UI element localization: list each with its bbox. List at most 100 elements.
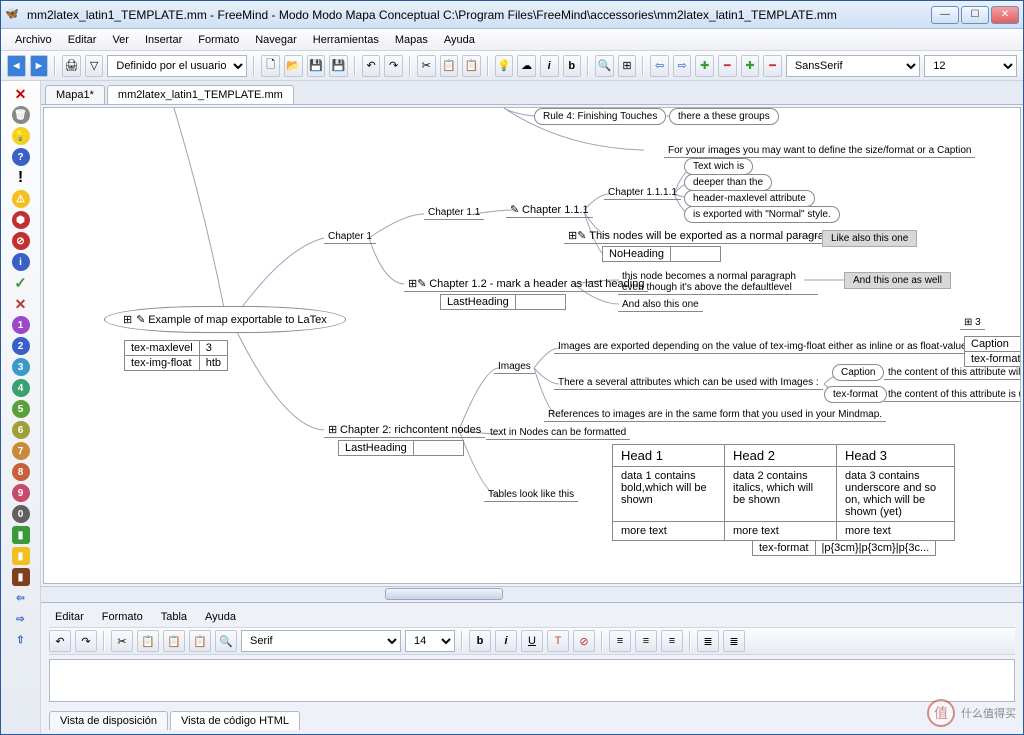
e-paste2-icon[interactable]: 📋 xyxy=(189,630,211,652)
help-icon[interactable]: ? xyxy=(12,148,30,166)
prio8-icon[interactable]: 8 xyxy=(12,463,30,481)
root-attr-table[interactable]: tex-maxlevel3 tex-img-floathtb xyxy=(124,340,228,371)
info-icon[interactable]: i xyxy=(12,253,30,271)
prio5-icon[interactable]: 5 xyxy=(12,400,30,418)
paste-icon[interactable]: 📋 xyxy=(462,55,481,77)
minus-icon[interactable]: ━ xyxy=(718,55,737,77)
example-table[interactable]: Head 1Head 2Head 3 data 1 contains bold,… xyxy=(612,444,955,541)
find-icon[interactable]: 🔍 xyxy=(595,55,614,77)
flag-brown-icon[interactable]: ▮ xyxy=(12,568,30,586)
e-align-center-icon[interactable]: ≡ xyxy=(635,630,657,652)
emenu-tabla[interactable]: Tabla xyxy=(155,610,193,624)
menu-ver[interactable]: Ver xyxy=(106,32,135,48)
prio7-icon[interactable]: 7 xyxy=(12,442,30,460)
arrow-r-icon[interactable]: ⇨ xyxy=(12,610,30,628)
node-images[interactable]: Images xyxy=(494,360,535,374)
bold-button[interactable]: b xyxy=(563,55,582,77)
e-bold-button[interactable]: b xyxy=(469,630,491,652)
node-texfmt-txt[interactable]: the content of this attribute is used xyxy=(884,388,1021,402)
menu-editar[interactable]: Editar xyxy=(62,32,103,48)
saveas-icon[interactable]: 💾 xyxy=(329,55,348,77)
e-clear-icon[interactable]: ⊘ xyxy=(573,630,595,652)
menu-formato[interactable]: Formato xyxy=(192,32,245,48)
node-fmt[interactable]: text in Nodes can be formatted xyxy=(486,426,630,440)
root-node[interactable]: ⊞✎ Example of map exportable to LaTex xyxy=(104,306,346,333)
plus2-icon[interactable]: ✚ xyxy=(741,55,760,77)
emenu-formato[interactable]: Formato xyxy=(96,610,149,624)
caption-table[interactable]: CaptionTi tex-formatsc xyxy=(964,336,1021,367)
nav-back-icon[interactable]: ◄ xyxy=(7,55,26,77)
no-icon[interactable]: ⊘ xyxy=(12,232,30,250)
mindmap-canvas[interactable]: Rule 4: Finishing Touches there a these … xyxy=(43,107,1021,584)
cut-icon[interactable]: ✂ xyxy=(417,55,436,77)
e-font-select[interactable]: Serif xyxy=(241,630,401,652)
stop-icon[interactable]: ⬢ xyxy=(12,211,30,229)
node-c12[interactable]: ⊞✎ Chapter 1.2 - mark a header as last h… xyxy=(404,276,648,292)
e-copy-icon[interactable]: 📋 xyxy=(137,630,159,652)
idea-side-icon[interactable]: 💡 xyxy=(12,127,30,145)
tab-html-view[interactable]: Vista de código HTML xyxy=(170,711,300,730)
node-p3[interactable]: header-maxlevel attribute xyxy=(684,190,815,207)
filter-icon[interactable]: ▽ xyxy=(85,55,104,77)
remove-last-icon[interactable]: ✕ xyxy=(12,85,30,103)
arrow-left-icon[interactable]: ⇦ xyxy=(650,55,669,77)
e-redo-icon[interactable]: ↷ xyxy=(75,630,97,652)
noheading-table[interactable]: NoHeading xyxy=(602,246,721,262)
node-texfmt[interactable]: tex-format xyxy=(824,386,887,403)
prio2-icon[interactable]: 2 xyxy=(12,337,30,355)
node-p2[interactable]: deeper than the xyxy=(684,174,772,191)
menu-herramientas[interactable]: Herramientas xyxy=(307,32,385,48)
c2-lasthead-table[interactable]: LastHeading xyxy=(338,440,464,456)
node-n3[interactable]: And this one as well xyxy=(844,272,951,289)
node-tables[interactable]: Tables look like this xyxy=(484,488,578,502)
idea-icon[interactable]: 💡 xyxy=(495,55,514,77)
node-c11[interactable]: Chapter 1.1 xyxy=(424,206,484,220)
prio6-icon[interactable]: 6 xyxy=(12,421,30,439)
e-find-icon[interactable]: 🔍 xyxy=(215,630,237,652)
trash-icon[interactable]: 🗑 xyxy=(12,106,30,124)
ok-icon[interactable]: ✓ xyxy=(12,274,30,292)
flag-yellow-icon[interactable]: ▮ xyxy=(12,547,30,565)
print-icon[interactable]: 🖨 xyxy=(62,55,81,77)
emenu-ayuda[interactable]: Ayuda xyxy=(199,610,242,624)
node-c1[interactable]: Chapter 1 xyxy=(324,230,376,244)
maximize-button[interactable]: ☐ xyxy=(961,6,989,24)
texformat-table[interactable]: tex-format|p{3cm}|p{3cm}|p{3c... xyxy=(752,540,936,556)
e-list-ol-icon[interactable]: ≣ xyxy=(723,630,745,652)
redo-icon[interactable]: ↷ xyxy=(384,55,403,77)
nav-fwd-icon[interactable]: ► xyxy=(30,55,49,77)
fontsize-select[interactable]: 12 xyxy=(924,55,1017,77)
node-p4[interactable]: is exported with "Normal" style. xyxy=(684,206,840,223)
node-c2[interactable]: ⊞ Chapter 2: richcontent nodes xyxy=(324,422,485,438)
node-para[interactable]: ⊞✎ This nodes will be exported as a norm… xyxy=(564,228,840,244)
prio9-icon[interactable]: 9 xyxy=(12,484,30,502)
open-icon[interactable]: 📂 xyxy=(284,55,303,77)
node-rule4[interactable]: Rule 4: Finishing Touches xyxy=(534,108,666,125)
lastheading-table[interactable]: LastHeading xyxy=(440,294,566,310)
e-underline-button[interactable]: U xyxy=(521,630,543,652)
tab-mapa1[interactable]: Mapa1* xyxy=(45,85,105,104)
arrow-l-icon[interactable]: ⇦ xyxy=(12,589,30,607)
e-fontsize-select[interactable]: 14 xyxy=(405,630,455,652)
node-like[interactable]: Like also this one xyxy=(822,230,917,247)
prio4-icon[interactable]: 4 xyxy=(12,379,30,397)
prio1-icon[interactable]: 1 xyxy=(12,316,30,334)
node-n1[interactable]: this node becomes a normal paragraph eve… xyxy=(618,270,818,295)
undo-icon[interactable]: ↶ xyxy=(362,55,381,77)
cloud-icon[interactable]: ☁ xyxy=(517,55,536,77)
plus-icon[interactable]: ✚ xyxy=(695,55,714,77)
arrow-right-icon[interactable]: ⇨ xyxy=(673,55,692,77)
flag-green-icon[interactable]: ▮ xyxy=(12,526,30,544)
copy-icon[interactable]: 📋 xyxy=(440,55,459,77)
e-italic-button[interactable]: i xyxy=(495,630,517,652)
italic-button[interactable]: i xyxy=(540,55,559,77)
node-caption-txt[interactable]: the content of this attribute will be us xyxy=(884,366,1021,380)
e-paste-icon[interactable]: 📋 xyxy=(163,630,185,652)
font-select[interactable]: SansSerif xyxy=(786,55,920,77)
close-button[interactable]: ✕ xyxy=(991,6,1019,24)
prio0-icon[interactable]: 0 xyxy=(12,505,30,523)
node-c111[interactable]: ✎ Chapter 1.1.1 xyxy=(506,202,593,218)
menu-insertar[interactable]: Insertar xyxy=(139,32,188,48)
menu-ayuda[interactable]: Ayuda xyxy=(438,32,481,48)
zoom-select[interactable]: Definido por el usuario. xyxy=(107,55,247,77)
